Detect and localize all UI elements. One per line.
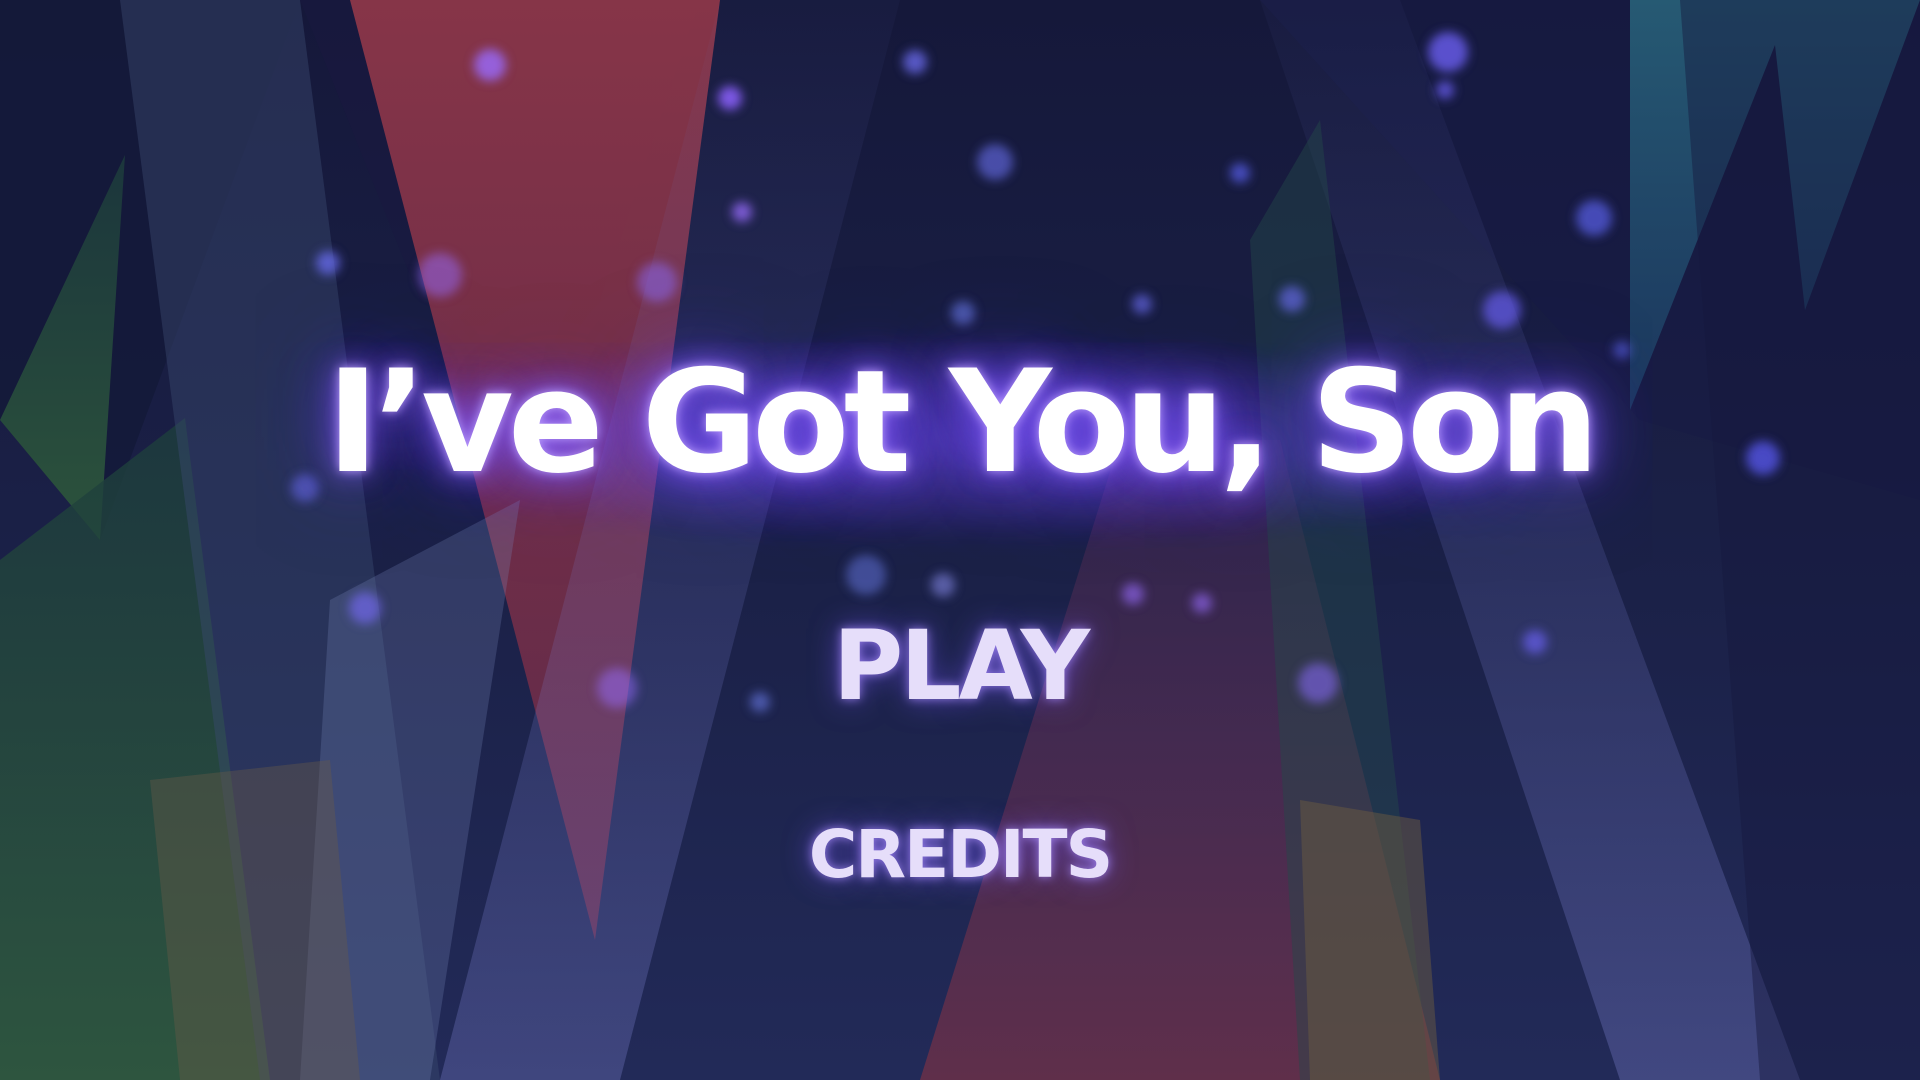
particle <box>732 202 752 222</box>
particle <box>1132 294 1152 314</box>
particle <box>977 144 1013 180</box>
particle <box>1230 163 1250 183</box>
particle <box>903 50 927 74</box>
game-title: I’ve Got You, Son <box>326 340 1599 505</box>
particle <box>637 262 677 302</box>
particle <box>931 573 955 597</box>
particle <box>846 555 886 595</box>
particle <box>1279 286 1305 312</box>
particle <box>1122 583 1144 605</box>
particle <box>474 49 506 81</box>
particle <box>951 301 975 325</box>
credits-button[interactable]: CREDITS <box>0 822 1920 888</box>
particle <box>418 253 462 297</box>
background-art <box>0 0 1920 1080</box>
particle <box>1436 81 1454 99</box>
particle <box>718 86 742 110</box>
particle <box>1483 291 1521 329</box>
title-screen: I’ve Got You, Son PLAY CREDITS <box>0 0 1920 1080</box>
particle <box>1428 32 1468 72</box>
particle <box>316 251 340 275</box>
play-button[interactable]: PLAY <box>0 618 1920 714</box>
particle <box>1576 200 1612 236</box>
particle <box>1192 593 1212 613</box>
bg-spike-warm <box>150 760 360 1080</box>
